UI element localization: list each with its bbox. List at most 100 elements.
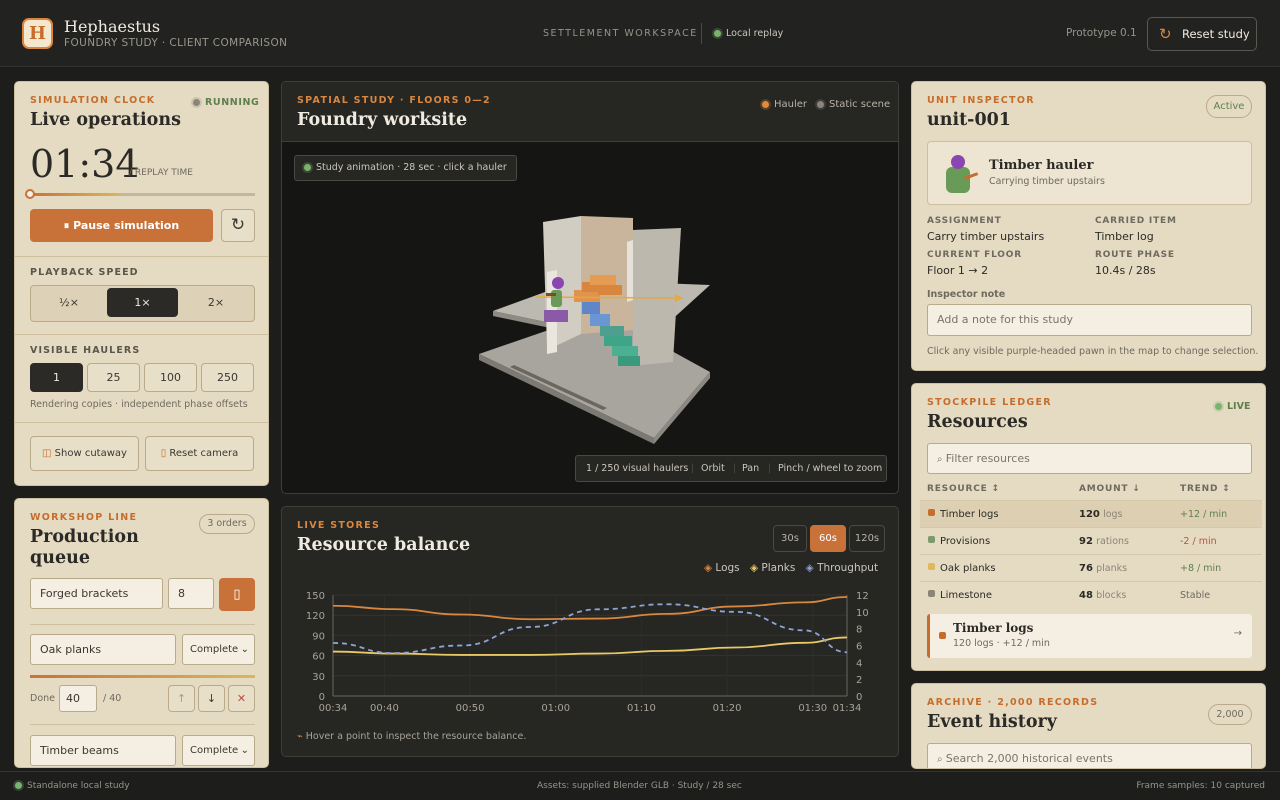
move-up-button[interactable]: ↑ [168, 685, 195, 712]
search-events-input[interactable]: ⌕ Search 2,000 historical events [927, 743, 1252, 768]
inspector-eyebrow: UNIT INSPECTOR [927, 95, 1035, 106]
x-tick-label: 01:10 [627, 703, 656, 714]
range-30s[interactable]: 30s [773, 525, 807, 552]
divider [30, 724, 255, 725]
haulers-25[interactable]: 25 [87, 363, 140, 392]
haulers-1[interactable]: 1 [30, 363, 83, 392]
resource-amount: 92 rations [1079, 536, 1129, 547]
chevron-down-icon: ⌄ [240, 745, 249, 756]
table-row[interactable]: Timber logs 120 logs +12 / min [920, 500, 1262, 527]
inspector-note-input[interactable]: Add a note for this study [927, 304, 1252, 336]
col-trend[interactable]: TREND ↕ [1180, 484, 1231, 494]
range-120s[interactable]: 120s [849, 525, 885, 552]
reset-camera-label: Reset camera [169, 448, 239, 459]
phase-value: 10.4s / 28s [1095, 264, 1156, 277]
foundry-3d-scene[interactable] [282, 82, 899, 494]
resource-chart[interactable]: 0 30 60 90 120 150 0 2 4 6 8 10 12 00:34 00:40 00:50 01:… [282, 587, 899, 737]
haulers-100[interactable]: 100 [144, 363, 197, 392]
running-badge: RUNNING [193, 97, 259, 108]
speed-2x[interactable]: 2× [180, 288, 252, 317]
status-dot-icon [714, 30, 721, 37]
add-order-button[interactable]: ▯ [219, 578, 255, 611]
status-select-value: Complete [190, 644, 239, 655]
reset-camera-button[interactable]: ▯ Reset camera [145, 436, 254, 471]
hauler-count: 1 / 250 visual haulers [586, 463, 689, 474]
pan-control[interactable]: Pan [742, 456, 759, 481]
divider [15, 256, 268, 257]
footer-left-label: Standalone local study [27, 781, 130, 791]
table-row[interactable]: Provisions 92 rations -2 / min [920, 527, 1262, 554]
status-select-value: Complete [190, 745, 239, 756]
queue-status-select-beams[interactable]: Complete ⌄ [182, 735, 255, 766]
stockpile-ledger-panel: STOCKPILE LEDGER LIVE Resources ⌕ Filter… [911, 383, 1266, 671]
selected-resource-card[interactable]: Timber logs 120 logs · +12 / min → [927, 614, 1252, 658]
y-tick-label: 120 [306, 611, 325, 622]
filter-resources-input[interactable]: ⌕ Filter resources [927, 443, 1252, 474]
amount-unit: logs [1103, 509, 1123, 520]
amount-unit: planks [1096, 563, 1128, 574]
remove-button[interactable]: ✕ [228, 685, 255, 712]
oak-progress-track [30, 675, 255, 678]
haulers-250[interactable]: 250 [201, 363, 254, 392]
note-placeholder: Add a note for this study [937, 313, 1074, 326]
x-tick-label: 00:34 [319, 703, 348, 714]
event-history-panel: ARCHIVE · 2,000 RECORDS 2,000 Event hist… [911, 683, 1266, 769]
phase-label: ROUTE PHASE [1095, 250, 1175, 260]
cutaway-icon: ◫ [42, 448, 55, 459]
new-qty-input[interactable]: 8 [168, 578, 214, 609]
column [627, 240, 633, 302]
workspace-label: SETTLEMENT WORKSPACE [543, 28, 698, 39]
done-total: / 40 [103, 693, 122, 704]
search-icon: ⌕ [937, 754, 946, 765]
speed-half[interactable]: ½× [33, 288, 105, 317]
done-input[interactable]: 40 [59, 685, 97, 712]
unit-id: unit-001 [927, 110, 1011, 130]
orders-badge: 3 orders [199, 514, 255, 534]
pause-simulation-button[interactable]: ⏸ Pause simulation [30, 209, 213, 242]
floor-value: Floor 1 → 2 [927, 264, 989, 277]
restart-icon: ↻ [230, 215, 246, 235]
move-down-button[interactable]: ↓ [198, 685, 225, 712]
selected-resource-desc: 120 logs · +12 / min [953, 638, 1050, 649]
y-tick-label: 150 [306, 591, 325, 602]
legend-throughput-icon: ◈ [805, 562, 814, 574]
divider [15, 334, 268, 335]
legend-logs: Logs [715, 562, 740, 574]
new-item-input[interactable]: Forged brackets [30, 578, 163, 609]
table-row[interactable]: Limestone 48 blocks Stable [920, 581, 1262, 608]
resource-trend: -2 / min [1180, 536, 1217, 547]
legend-planks-icon: ◈ [750, 562, 759, 574]
resource-name: Timber logs [940, 509, 999, 520]
show-cutaway-button[interactable]: ◫ Show cutaway [30, 436, 139, 471]
resource-name: Limestone [940, 590, 992, 601]
done-label: Done [30, 693, 55, 704]
queue-status-select-oak[interactable]: Complete ⌄ [182, 634, 255, 665]
zoom-control[interactable]: Pinch / wheel to zoom [778, 456, 882, 481]
range-60s[interactable]: 60s [810, 525, 846, 552]
reset-study-button[interactable]: ↻ Reset study [1147, 17, 1257, 51]
running-label: RUNNING [205, 97, 260, 108]
table-row[interactable]: Oak planks 76 planks +8 / min [920, 554, 1262, 581]
simulation-clock-panel: SIMULATION CLOCK RUNNING Live operations… [14, 81, 269, 486]
replay-progress-handle[interactable] [25, 189, 35, 199]
prototype-label: Prototype 0.1 [1066, 27, 1137, 39]
footer-bar: Standalone local study Assets: supplied … [0, 771, 1280, 800]
resource-swatch [928, 590, 935, 597]
production-queue-panel: WORKSHOP LINE 3 orders Production queue … [14, 498, 269, 768]
hauler-avatar-icon [946, 155, 979, 193]
orbit-control[interactable]: Orbit [701, 456, 725, 481]
col-resource[interactable]: RESOURCE ↕ [927, 484, 1000, 494]
live-dot-icon [1215, 403, 1222, 410]
restart-button[interactable]: ↻ [221, 209, 255, 242]
speed-1x[interactable]: 1× [107, 288, 178, 317]
col-amount[interactable]: AMOUNT ↓ [1079, 484, 1141, 494]
filter-placeholder: Filter resources [945, 452, 1030, 465]
amount-value: 48 [1079, 590, 1093, 601]
top-bar: H Hephaestus FOUNDRY STUDY · CLIENT COMP… [0, 0, 1280, 67]
replay-progress-track[interactable] [30, 193, 255, 196]
viewport-controls: 1 / 250 visual haulers | Orbit | Pan | P… [575, 455, 887, 482]
reset-icon: ↻ [1159, 25, 1172, 43]
balance-eyebrow: LIVE STORES [297, 520, 381, 531]
app-title: Hephaestus [64, 17, 161, 36]
reset-study-label: Reset study [1182, 27, 1250, 41]
